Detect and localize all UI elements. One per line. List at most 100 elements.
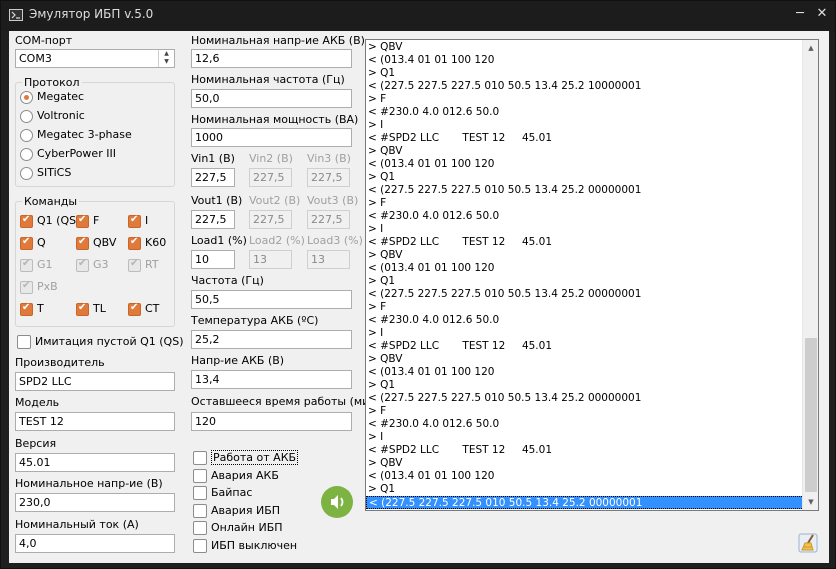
command-checkbox-t[interactable]: T bbox=[20, 302, 44, 316]
checkbox-box[interactable] bbox=[128, 236, 141, 250]
battery-voltage-field[interactable]: 13,4 bbox=[191, 370, 352, 389]
nominal-power-field[interactable]: 1000 bbox=[191, 128, 352, 147]
checkbox-box[interactable] bbox=[20, 214, 33, 228]
checkbox-box[interactable] bbox=[76, 236, 89, 250]
checkbox-box[interactable] bbox=[20, 236, 33, 250]
checkbox-box[interactable] bbox=[193, 486, 207, 500]
command-checkbox-i[interactable]: I bbox=[128, 214, 148, 228]
close-button[interactable]: ✕ bbox=[809, 4, 835, 24]
scroll-down-arrow-icon[interactable]: ▼ bbox=[803, 494, 818, 510]
log-line[interactable]: < (227.5 227.5 227.5 010 50.5 13.4 25.2 … bbox=[366, 80, 804, 93]
log-line[interactable]: < (227.5 227.5 227.5 010 50.5 13.4 25.2 … bbox=[366, 392, 804, 405]
frequency-field[interactable]: 50,5 bbox=[191, 290, 352, 309]
status-flag-ups-off[interactable]: ИБП выключен bbox=[193, 538, 297, 553]
sound-button[interactable] bbox=[321, 486, 353, 518]
scroll-up-arrow-icon[interactable]: ▲ bbox=[803, 40, 818, 56]
log-line[interactable]: > QBV bbox=[366, 457, 804, 470]
log-line[interactable]: < #230.0 4.0 012.6 50.0 bbox=[366, 418, 804, 431]
log-line[interactable]: > I bbox=[366, 327, 804, 340]
log-line[interactable]: > F bbox=[366, 405, 804, 418]
protocol-option-sitics[interactable]: SITiCS bbox=[20, 166, 71, 180]
log-line[interactable]: > Q1 bbox=[366, 67, 804, 80]
status-flag-battery-fault[interactable]: Авария АКБ bbox=[193, 468, 279, 483]
log-line[interactable]: < (013.4 01 01 100 120 bbox=[366, 158, 804, 171]
log-scrollbar[interactable]: ▲ ▼ bbox=[802, 40, 818, 510]
log-line[interactable]: > F bbox=[366, 301, 804, 314]
radio-button[interactable] bbox=[20, 166, 33, 180]
nominal-voltage-field[interactable]: 230,0 bbox=[15, 493, 175, 512]
protocol-option-cyberpower-iii[interactable]: CyberPower III bbox=[20, 147, 116, 161]
command-checkbox-q1-qs[interactable]: Q1 (QS) bbox=[20, 214, 80, 228]
log-line[interactable]: < (227.5 227.5 227.5 010 50.5 13.4 25.2 … bbox=[366, 288, 804, 301]
command-checkbox-k60[interactable]: K60 bbox=[128, 236, 166, 250]
protocol-option-megatec[interactable]: Megatec bbox=[20, 90, 84, 104]
checkbox-box[interactable] bbox=[193, 451, 207, 465]
log-listbox[interactable]: > QBV < (013.4 01 01 100 120 > Q1 < (227.5 … bbox=[365, 39, 819, 511]
log-line[interactable]: < #SPD2 LLC TEST 12 45.01 bbox=[366, 132, 804, 145]
status-flag-battery-mode[interactable]: Работа от АКБ bbox=[193, 450, 299, 465]
checkbox-box[interactable] bbox=[76, 214, 89, 228]
log-line[interactable]: > Q1 bbox=[366, 275, 804, 288]
command-checkbox-q[interactable]: Q bbox=[20, 236, 46, 250]
log-line[interactable]: < (227.5 227.5 227.5 010 50.5 13.4 25.2 … bbox=[366, 184, 804, 197]
log-line[interactable]: < #230.0 4.0 012.6 50.0 bbox=[366, 106, 804, 119]
checkbox-box[interactable] bbox=[20, 302, 33, 316]
log-line[interactable]: > I bbox=[366, 119, 804, 132]
clear-log-button[interactable] bbox=[797, 531, 821, 555]
log-line[interactable]: > Q1 bbox=[366, 171, 804, 184]
status-flag-ups-fault[interactable]: Авария ИБП bbox=[193, 503, 280, 518]
battery-temp-field[interactable]: 25,2 bbox=[191, 330, 352, 349]
protocol-option-voltronic[interactable]: Voltronic bbox=[20, 109, 85, 123]
radio-button[interactable] bbox=[20, 109, 33, 123]
command-checkbox-tl[interactable]: TL bbox=[76, 302, 106, 316]
nominal-frequency-field[interactable]: 50,0 bbox=[191, 89, 352, 108]
battery-nominal-voltage-field[interactable]: 12,6 bbox=[191, 49, 352, 68]
nominal-current-field[interactable]: 4,0 bbox=[15, 534, 175, 553]
protocol-option-megatec-3-phase[interactable]: Megatec 3-phase bbox=[20, 128, 132, 142]
log-line[interactable]: < (013.4 01 01 100 120 bbox=[366, 262, 804, 275]
log-line[interactable]: > F bbox=[366, 93, 804, 106]
log-line[interactable]: < #SPD2 LLC TEST 12 45.01 bbox=[366, 444, 804, 457]
log-line[interactable]: > QBV bbox=[366, 353, 804, 366]
log-line[interactable]: > I bbox=[366, 431, 804, 444]
log-line[interactable]: > I bbox=[366, 223, 804, 236]
checkbox-box[interactable] bbox=[193, 468, 207, 483]
command-checkbox-qbv[interactable]: QBV bbox=[76, 236, 116, 250]
status-flag-online-ups[interactable]: Онлайн ИБП bbox=[193, 521, 283, 535]
checkbox-box[interactable] bbox=[193, 503, 207, 518]
checkbox-box[interactable] bbox=[193, 538, 207, 553]
log-line[interactable]: > F bbox=[366, 197, 804, 210]
empty-q1-checkbox[interactable]: Имитация пустой Q1 (QS) bbox=[17, 335, 183, 349]
radio-button[interactable] bbox=[20, 90, 33, 104]
radio-button[interactable] bbox=[20, 128, 33, 142]
checkbox-box[interactable] bbox=[128, 302, 141, 316]
load-1-field[interactable]: 10 bbox=[191, 250, 235, 269]
log-line[interactable]: < (227.5 227.5 227.5 010 50.5 13.4 25.2 … bbox=[366, 496, 804, 509]
log-line[interactable]: > QBV bbox=[366, 41, 804, 54]
log-line[interactable]: < #SPD2 LLC TEST 12 45.01 bbox=[366, 236, 804, 249]
empty-q1-checkbox-box[interactable] bbox=[17, 335, 31, 349]
log-line[interactable]: > QBV bbox=[366, 249, 804, 262]
checkbox-box[interactable] bbox=[193, 521, 207, 535]
status-flag-bypass[interactable]: Байпас bbox=[193, 486, 252, 500]
log-line[interactable]: < (013.4 01 01 100 120 bbox=[366, 54, 804, 67]
vout-1-field[interactable]: 227,5 bbox=[191, 210, 235, 229]
com-port-select[interactable]: COM3 ▲ ▼ bbox=[15, 49, 175, 68]
version-field[interactable]: 45.01 bbox=[15, 453, 175, 472]
spin-arrows-icon[interactable]: ▲ ▼ bbox=[158, 50, 174, 67]
manufacturer-field[interactable]: SPD2 LLC bbox=[15, 372, 175, 391]
log-line[interactable]: < #230.0 4.0 012.6 50.0 bbox=[366, 210, 804, 223]
command-checkbox-ct[interactable]: CT bbox=[128, 302, 159, 316]
radio-button[interactable] bbox=[20, 147, 33, 161]
checkbox-box[interactable] bbox=[128, 214, 141, 228]
log-line[interactable]: > Q1 bbox=[366, 483, 804, 496]
scroll-thumb[interactable] bbox=[805, 338, 817, 492]
log-line[interactable]: < (013.4 01 01 100 120 bbox=[366, 366, 804, 379]
log-line[interactable]: < #SPD2 LLC TEST 12 45.01 bbox=[366, 340, 804, 353]
log-line[interactable]: > Q1 bbox=[366, 379, 804, 392]
vin-1-field[interactable]: 227,5 bbox=[191, 168, 235, 187]
log-line[interactable]: > QBV bbox=[366, 145, 804, 158]
log-line[interactable]: < #230.0 4.0 012.6 50.0 bbox=[366, 314, 804, 327]
log-line[interactable]: < (013.4 01 01 100 120 bbox=[366, 470, 804, 483]
model-field[interactable]: TEST 12 bbox=[15, 412, 175, 431]
